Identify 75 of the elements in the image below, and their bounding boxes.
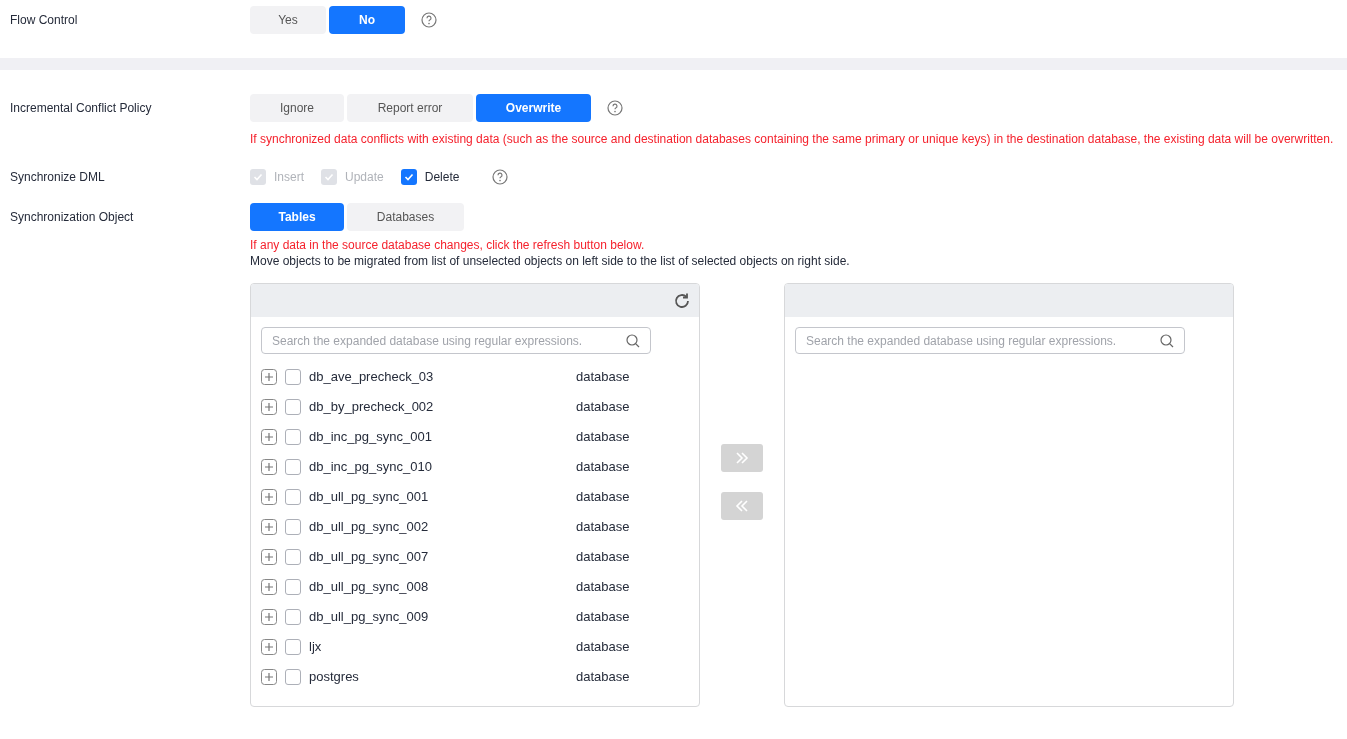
object-type: database	[576, 428, 630, 447]
object-type: database	[576, 368, 630, 387]
checkbox-label: Insert	[274, 169, 304, 186]
object-type: database	[576, 578, 630, 597]
object-type: database	[576, 608, 630, 627]
option-button[interactable]: Ignore	[250, 94, 344, 122]
expand-plus-icon[interactable]	[261, 549, 277, 565]
checkbox[interactable]	[400, 169, 417, 185]
refresh-icon[interactable]	[673, 291, 691, 310]
object-type: database	[576, 458, 630, 477]
expand-plus-icon[interactable]	[261, 399, 277, 415]
database-name: ljx	[309, 638, 323, 657]
checkbox[interactable]	[285, 399, 301, 415]
object-type: database	[576, 668, 630, 687]
object-type: database	[576, 548, 630, 567]
database-name: db_ull_pg_sync_007	[309, 548, 430, 567]
expand-plus-icon[interactable]	[261, 429, 277, 445]
double-chevron-icon	[735, 452, 749, 464]
checkbox[interactable]	[285, 369, 301, 385]
database-name: postgres	[309, 668, 360, 687]
help-icon[interactable]	[492, 169, 509, 185]
search-icon[interactable]	[626, 333, 640, 348]
search-icon[interactable]	[1160, 333, 1174, 348]
expand-plus-icon[interactable]	[261, 639, 277, 655]
checkbox-label: Delete	[424, 169, 460, 186]
double-chevron-icon	[735, 500, 749, 512]
checkbox[interactable]	[285, 579, 301, 595]
expand-plus-icon[interactable]	[261, 489, 277, 505]
object-type: database	[576, 488, 630, 507]
option-button[interactable]: Databases	[347, 203, 464, 231]
checkbox[interactable]	[285, 459, 301, 475]
database-name: db_ull_pg_sync_002	[309, 518, 430, 537]
expand-plus-icon[interactable]	[261, 609, 277, 625]
field-label: Synchronize DML	[10, 169, 106, 186]
checkbox[interactable]	[285, 489, 301, 505]
checkbox-label: Update	[345, 169, 384, 186]
checkbox[interactable]	[285, 549, 301, 565]
checkbox[interactable]	[285, 429, 301, 445]
checkbox[interactable]	[285, 639, 301, 655]
field-label: Flow Control	[10, 12, 79, 29]
checkbox[interactable]	[285, 519, 301, 535]
option-button[interactable]: Report error	[347, 94, 473, 122]
option-button[interactable]: No	[329, 6, 405, 34]
database-name: db_ull_pg_sync_001	[309, 488, 430, 507]
help-icon[interactable]	[421, 12, 437, 28]
instruction-text: Move objects to be migrated from list of unselected objects on left side to the list of selected objects on right side.	[250, 253, 851, 269]
expand-plus-icon[interactable]	[261, 459, 277, 475]
expand-plus-icon[interactable]	[261, 519, 277, 535]
expand-plus-icon[interactable]	[261, 369, 277, 385]
checkbox[interactable]	[285, 669, 301, 685]
search-field[interactable]: Search the expanded database using regular expressions.	[261, 327, 651, 354]
checkbox[interactable]	[285, 609, 301, 625]
check-icon	[402, 171, 415, 183]
help-icon[interactable]	[607, 100, 623, 116]
database-name: db_by_precheck_002	[309, 398, 435, 417]
check-icon	[323, 171, 335, 183]
expand-plus-icon[interactable]	[261, 669, 277, 685]
database-name: db_ull_pg_sync_008	[309, 578, 430, 597]
option-button[interactable]: Yes	[250, 6, 326, 34]
object-type: database	[576, 398, 630, 417]
database-name: db_ull_pg_sync_009	[309, 608, 430, 627]
option-button[interactable]: Overwrite	[476, 94, 591, 122]
expand-plus-icon[interactable]	[261, 579, 277, 595]
warning-text: If synchronized data conflicts with existing data (such as the source and destination databases containing the same primary or unique keys) in the destination database, the existing data will be overwritten.	[249, 131, 1335, 148]
field-label: Incremental Conflict Policy	[10, 100, 153, 117]
option-button[interactable]: Tables	[250, 203, 344, 231]
field-label: Synchronization Object	[10, 209, 135, 226]
database-name: db_ave_precheck_03	[309, 368, 435, 387]
database-name: db_inc_pg_sync_010	[309, 458, 433, 477]
database-name: db_inc_pg_sync_001	[309, 428, 433, 447]
check-icon	[252, 171, 264, 183]
object-type: database	[576, 518, 630, 537]
search-field[interactable]: Search the expanded database using regular expressions.	[795, 327, 1185, 354]
warning-text: If any data in the source database changes, click the refresh button below.	[250, 237, 646, 253]
object-type: database	[576, 638, 630, 657]
